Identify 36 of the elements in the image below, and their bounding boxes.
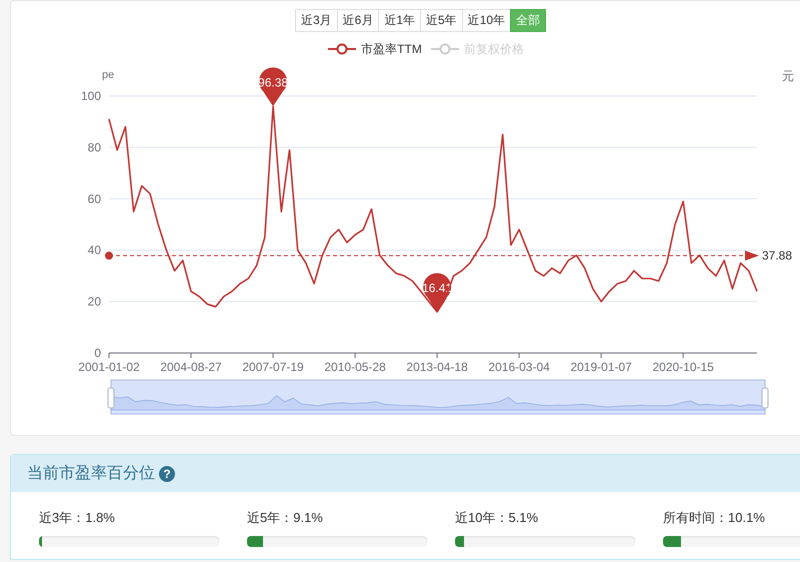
range-button[interactable]: 近3月 — [294, 9, 338, 32]
x-tick-label: 2016-03-04 — [488, 360, 550, 374]
percentile-label: 所有时间：10.1% — [663, 509, 766, 527]
range-button[interactable]: 近5年 — [420, 9, 463, 32]
y-tick-label: 20 — [88, 294, 101, 309]
y-tick-label: 80 — [88, 140, 101, 154]
right-axis-label: 元 — [782, 69, 794, 83]
range-slider-drawing[interactable] — [108, 380, 768, 414]
help-icon[interactable]: ? — [159, 466, 175, 482]
x-tick-label: 2020-10-15 — [652, 360, 714, 374]
y-tick-label: 100 — [80, 89, 101, 103]
x-tick-label: 2013-04-18 — [406, 360, 468, 374]
ref-line-start-dot — [105, 252, 113, 260]
value-pin — [259, 68, 288, 106]
percentile-label: 近3年：1.8% — [39, 509, 116, 527]
value-pin — [423, 273, 452, 312]
range-button[interactable]: 近6月 — [336, 9, 380, 32]
y-tick-label: 0 — [94, 346, 101, 360]
pin-value-label: 96.38 — [258, 75, 288, 90]
x-tick-label: 2007-07-19 — [242, 360, 304, 374]
range-button[interactable]: 近10年 — [462, 9, 512, 32]
average-value-label: 37.88 — [762, 248, 792, 263]
legend-line-icon[interactable] — [327, 43, 358, 55]
x-tick-label: 2004-08-27 — [160, 360, 222, 374]
x-tick-label: 2019-01-07 — [570, 360, 632, 374]
y-tick-label: 60 — [88, 192, 101, 206]
x-tick-label: 2010-05-28 — [324, 360, 386, 374]
x-tick-label: 2001-01-02 — [78, 360, 140, 374]
percentile-label: 近10年：5.1% — [455, 509, 540, 527]
percentile-label: 近5年：9.1% — [247, 509, 324, 527]
ref-line-arrowhead-icon — [745, 250, 759, 261]
y-tick-label: 40 — [88, 243, 101, 258]
range-button[interactable]: 近1年 — [378, 9, 421, 32]
y-axis-label: pe — [102, 69, 114, 81]
legend-label[interactable]: 市盈率TTM — [361, 40, 422, 58]
panel-title: 当前市盈率百分位 — [27, 464, 155, 484]
